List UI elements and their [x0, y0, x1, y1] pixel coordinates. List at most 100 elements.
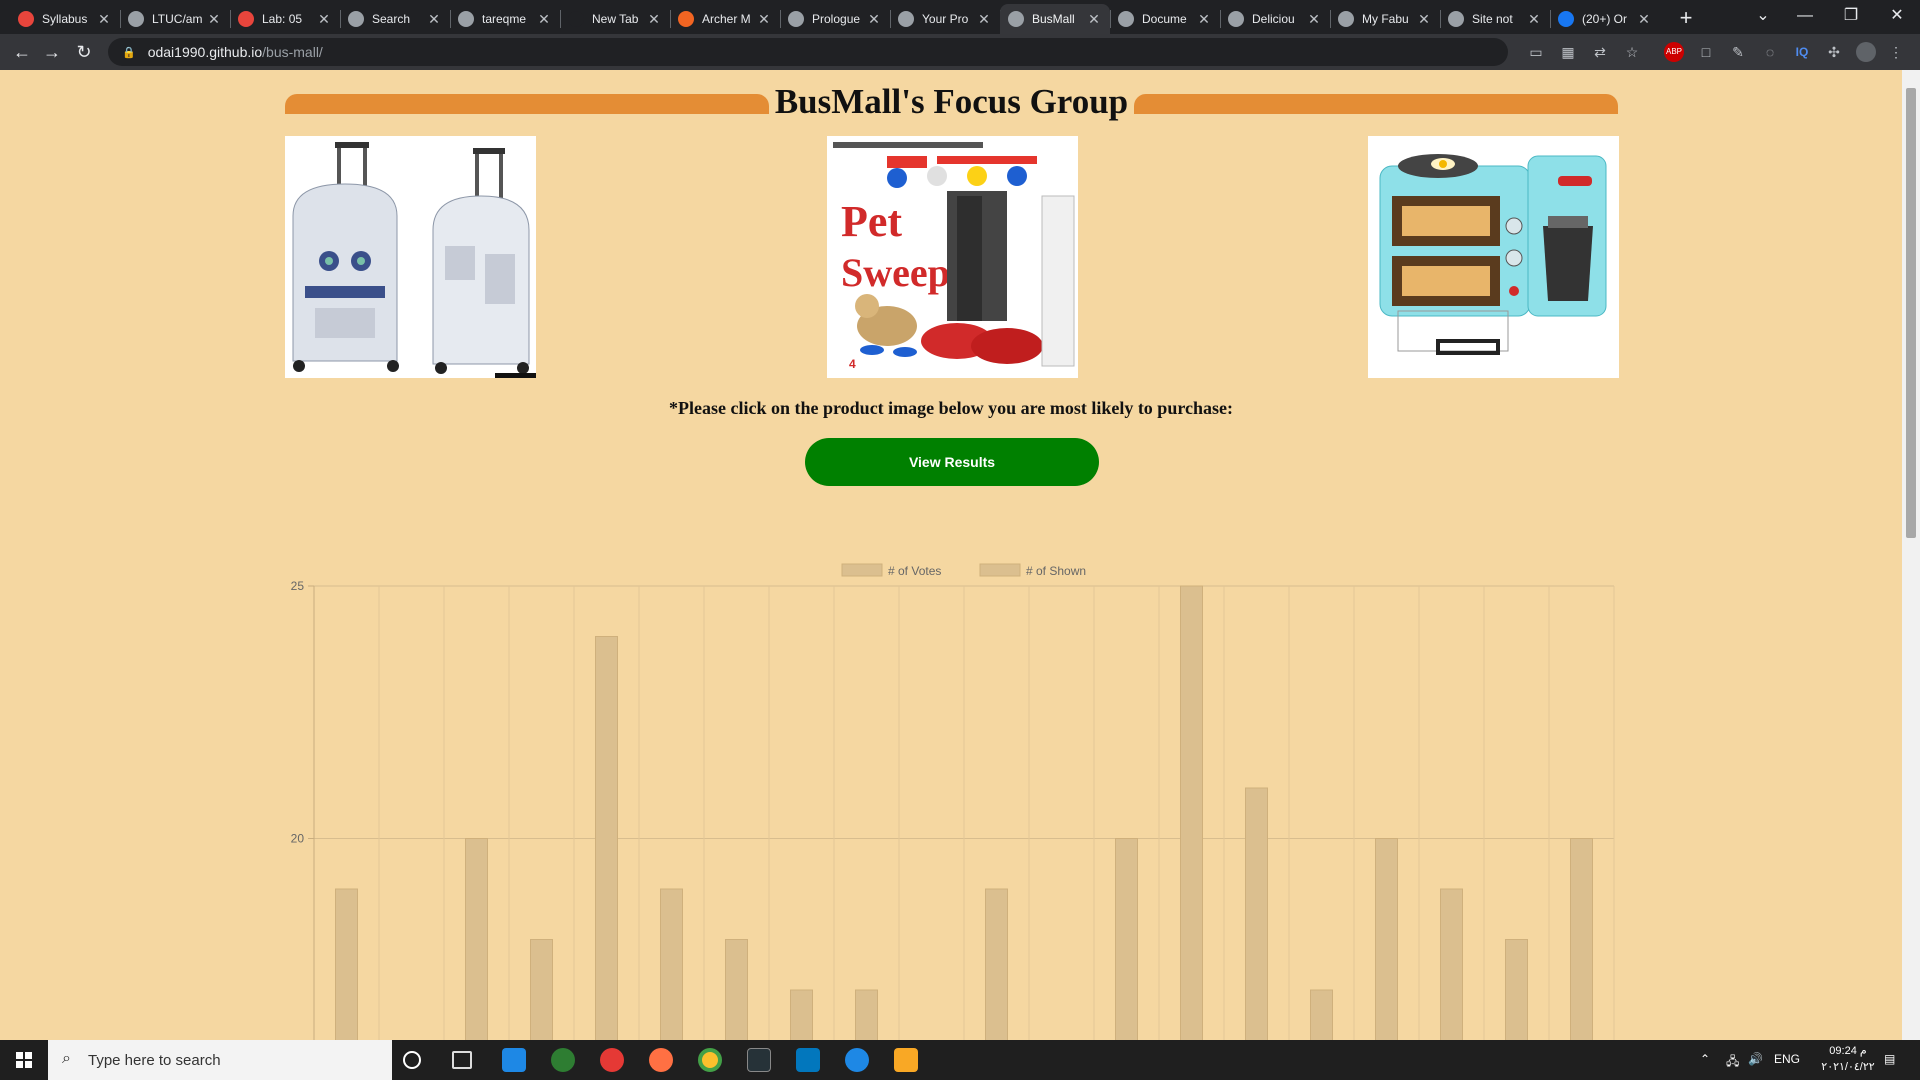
minimize-button[interactable]: — [1782, 0, 1828, 34]
url-host: odai1990.github.io [147, 44, 263, 60]
tab-close-icon[interactable]: ✕ [1196, 11, 1212, 28]
tab-close-icon[interactable]: ✕ [1416, 11, 1432, 28]
legend-swatch [841, 563, 883, 577]
tab-close-icon[interactable]: ✕ [866, 11, 882, 28]
menu-kebab-icon[interactable]: ⋮ [1886, 42, 1906, 62]
forward-icon[interactable]: → [38, 38, 66, 66]
clock-date[interactable]: ٢٠٢١/٠٤/٢٢ [1812, 1060, 1884, 1073]
tab-favicon-icon [1228, 11, 1244, 27]
tab-favicon-icon [788, 11, 804, 27]
app-blue-icon[interactable] [502, 1048, 526, 1072]
reload-icon[interactable]: ↻ [70, 38, 98, 66]
tab-close-icon[interactable]: ✕ [1526, 11, 1542, 28]
windows-start-button[interactable] [0, 1040, 48, 1080]
app-green-icon[interactable] [551, 1048, 575, 1072]
browser-tab[interactable]: My Fabu ✕ [1330, 4, 1440, 34]
tray-chevron-icon[interactable]: ⌃ [1700, 1052, 1710, 1066]
browser-tab[interactable]: Prologue ✕ [780, 4, 890, 34]
browser-tab[interactable]: Deliciou ✕ [1220, 4, 1330, 34]
tab-title: Syllabus [42, 12, 88, 26]
tab-close-icon[interactable]: ✕ [1636, 11, 1652, 28]
product-image-r2d2-bag[interactable] [285, 136, 536, 378]
tab-close-icon[interactable]: ✕ [536, 11, 552, 28]
browser-tab[interactable]: Archer M ✕ [670, 4, 780, 34]
volume-icon[interactable]: 🔊 [1748, 1052, 1763, 1066]
browser-toolbar: ← → ↻ 🔒 odai1990.github.io/bus-mall/ ▭ ▦… [0, 34, 1920, 70]
task-view-icon[interactable] [452, 1051, 472, 1069]
page-scrollbar[interactable] [1902, 70, 1920, 1040]
extension-circle-icon[interactable]: ◌ [1760, 42, 1780, 62]
chrome-icon[interactable] [698, 1048, 722, 1072]
maximize-button[interactable]: ❐ [1828, 0, 1874, 34]
tab-title: (20+) Or [1582, 12, 1628, 26]
tab-favicon-icon [898, 11, 914, 27]
product-image-pet-sweep[interactable]: Pet Sweep 4 [827, 136, 1078, 378]
close-window-button[interactable]: ✕ [1874, 0, 1920, 34]
tab-title: Prologue [812, 12, 861, 26]
tab-title: Archer M [702, 12, 751, 26]
tab-close-icon[interactable]: ✕ [316, 11, 332, 28]
browser-tab[interactable]: Search ✕ [340, 4, 450, 34]
cast-icon[interactable]: ▭ [1526, 42, 1546, 62]
back-icon[interactable]: ← [8, 38, 36, 66]
browser-tab[interactable]: (20+) Or ✕ [1550, 4, 1660, 34]
taskbar-search-placeholder: Type here to search [88, 1051, 221, 1069]
new-tab-button[interactable]: + [1672, 5, 1700, 33]
browser-tab[interactable]: Syllabus ✕ [10, 4, 120, 34]
qr-icon[interactable]: ▦ [1558, 42, 1578, 62]
cortana-icon[interactable] [403, 1051, 421, 1069]
eyedropper-icon[interactable]: ✎ [1728, 42, 1748, 62]
scrollbar-thumb[interactable] [1906, 88, 1916, 538]
notification-icon[interactable]: ▤ [1884, 1052, 1895, 1066]
tab-close-icon[interactable]: ✕ [426, 11, 442, 28]
instruction-text: *Please click on the product image below… [669, 398, 1233, 418]
language-indicator[interactable]: ENG [1774, 1052, 1800, 1066]
svg-text:4: 4 [849, 357, 856, 371]
search-icon: ⌕ [62, 1050, 71, 1067]
tab-title: Deliciou [1252, 12, 1295, 26]
tab-close-icon[interactable]: ✕ [976, 11, 992, 28]
browser-tab[interactable]: New Tab ✕ [560, 4, 670, 34]
browser-tab[interactable]: tareqme ✕ [450, 4, 560, 34]
browser-tab[interactable]: LTUC/am ✕ [120, 4, 230, 34]
translate-icon[interactable]: ⇄ [1590, 42, 1610, 62]
network-icon[interactable]: 🖧 [1726, 1052, 1739, 1073]
taskbar-search-box[interactable]: ⌕ Type here to search [48, 1040, 392, 1080]
product-image-breakfast[interactable] [1368, 136, 1619, 378]
view-results-button[interactable]: View Results [805, 438, 1099, 486]
terminal-icon[interactable] [747, 1048, 771, 1072]
tab-close-icon[interactable]: ✕ [1306, 11, 1322, 28]
tab-favicon-icon [568, 11, 584, 27]
bar-shown [1440, 888, 1463, 1040]
extension-square-icon[interactable]: □ [1696, 42, 1716, 62]
tab-title: Site not [1472, 12, 1513, 26]
clock-time[interactable]: 09:24 م [1812, 1044, 1884, 1057]
firefox-icon[interactable] [649, 1048, 673, 1072]
browser-tab[interactable]: Your Pro ✕ [890, 4, 1000, 34]
browser-tab[interactable]: Docume ✕ [1110, 4, 1220, 34]
address-bar[interactable]: 🔒 odai1990.github.io/bus-mall/ [108, 38, 1508, 66]
opera-icon[interactable] [600, 1048, 624, 1072]
tab-close-icon[interactable]: ✕ [96, 11, 112, 28]
tab-close-icon[interactable]: ✕ [206, 11, 222, 28]
tab-search-button[interactable]: ⌄ [1740, 0, 1786, 34]
puzzle-icon[interactable]: ✣ [1824, 42, 1844, 62]
bookmark-star-icon[interactable]: ☆ [1622, 42, 1642, 62]
tab-close-icon[interactable]: ✕ [1086, 11, 1102, 28]
page-viewport: BusMall's Focus Group Pet Sweep 4 *Pleas… [0, 70, 1902, 1040]
breakfast-illustration [1368, 136, 1619, 378]
browser-tab[interactable]: Lab: 05 ✕ [230, 4, 340, 34]
profile-avatar[interactable] [1856, 42, 1876, 62]
teamviewer-icon[interactable] [845, 1048, 869, 1072]
adblock-icon[interactable]: ABP [1664, 42, 1684, 62]
bar-shown [1310, 989, 1333, 1040]
tab-favicon-icon [1118, 11, 1134, 27]
file-explorer-icon[interactable] [894, 1048, 918, 1072]
vscode-icon[interactable] [796, 1048, 820, 1072]
tab-close-icon[interactable]: ✕ [756, 11, 772, 28]
browser-tab[interactable]: BusMall ✕ [1000, 4, 1110, 34]
tab-close-icon[interactable]: ✕ [646, 11, 662, 28]
browser-tab[interactable]: Site not ✕ [1440, 4, 1550, 34]
tab-title: Docume [1142, 12, 1187, 26]
iq-icon[interactable]: IQ [1792, 42, 1812, 62]
